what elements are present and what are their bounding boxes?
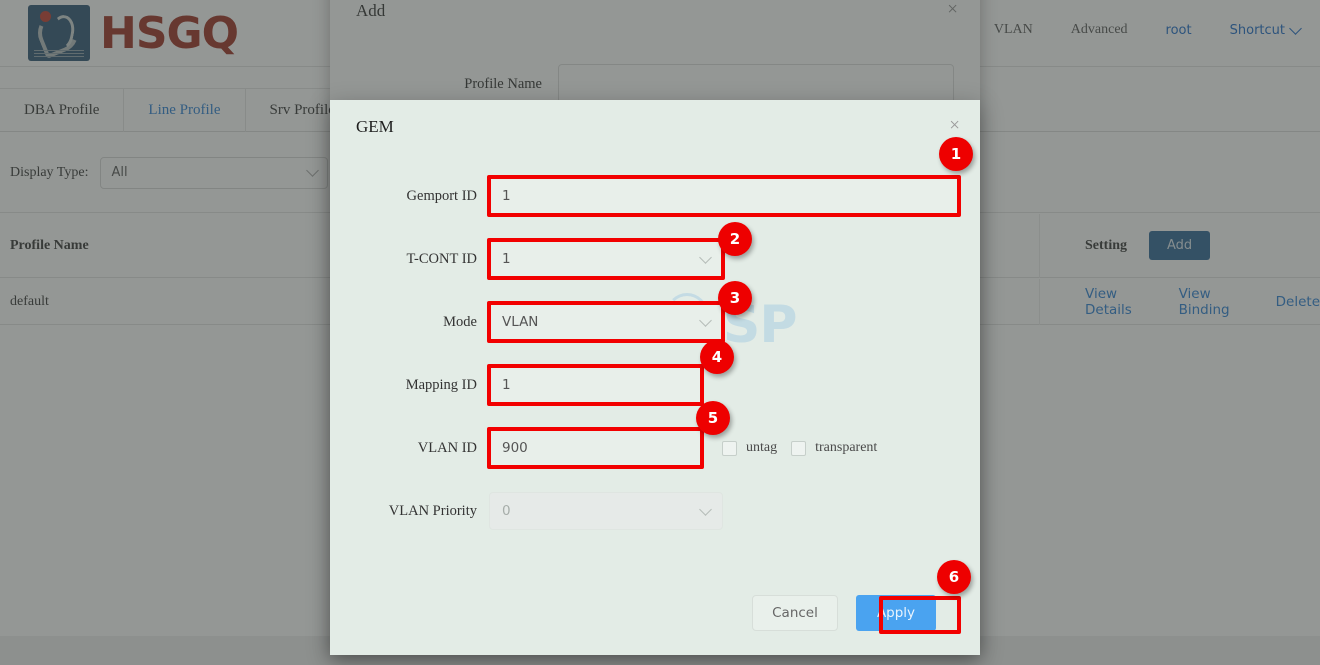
vlan-priority-select: 0 xyxy=(489,492,723,530)
field-row-vlan-priority: VLAN Priority 0 xyxy=(330,492,980,530)
cancel-button[interactable]: Cancel xyxy=(752,595,838,631)
field-row-mode: Mode VLAN xyxy=(330,303,980,341)
field-row-vlan-id: VLAN ID 900 untag transparent xyxy=(330,429,980,467)
transparent-label: transparent xyxy=(815,440,877,456)
transparent-checkbox-item[interactable]: transparent xyxy=(791,440,877,456)
screenshot-root: HSGQ VLAN Advanced root Shortcut DBA Pro… xyxy=(0,0,1320,665)
annotation-badge-4: 4 xyxy=(700,340,734,374)
annotation-badge-3: 3 xyxy=(718,281,752,315)
untag-checkbox[interactable] xyxy=(722,441,737,456)
mapping-id-value: 1 xyxy=(502,377,511,393)
tcont-id-value: 1 xyxy=(502,251,511,267)
vlan-id-value: 900 xyxy=(502,440,528,456)
vlan-priority-value: 0 xyxy=(502,503,511,519)
chevron-down-icon xyxy=(699,503,712,516)
mode-select[interactable]: VLAN xyxy=(489,303,723,341)
vlan-priority-label: VLAN Priority xyxy=(330,503,489,520)
transparent-checkbox[interactable] xyxy=(791,441,806,456)
annotation-badge-2: 2 xyxy=(718,222,752,256)
tcont-id-select[interactable]: 1 xyxy=(489,240,723,278)
tcont-id-label: T-CONT ID xyxy=(330,251,489,268)
gemport-id-input[interactable]: 1 xyxy=(489,177,959,215)
gemport-id-value: 1 xyxy=(502,188,511,204)
vlan-id-input[interactable]: 900 xyxy=(489,429,702,467)
chevron-down-icon xyxy=(699,251,712,264)
untag-label: untag xyxy=(746,440,777,456)
mode-value: VLAN xyxy=(502,314,538,330)
mapping-id-input[interactable]: 1 xyxy=(489,366,702,404)
apply-button[interactable]: Apply xyxy=(856,595,936,631)
vlan-id-label: VLAN ID xyxy=(330,440,489,457)
annotation-badge-6: 6 xyxy=(937,560,971,594)
vlan-options: untag transparent xyxy=(722,440,877,456)
field-row-tcont-id: T-CONT ID 1 xyxy=(330,240,980,278)
field-row-mapping-id: Mapping ID 1 xyxy=(330,366,980,404)
close-icon[interactable]: × xyxy=(949,116,960,135)
gem-dialog: GEM × ForoISP Gemport ID 1 T-CONT ID 1 M… xyxy=(330,100,980,655)
gemport-id-label: Gemport ID xyxy=(330,188,489,205)
mapping-id-label: Mapping ID xyxy=(330,377,489,394)
gem-dialog-footer: Cancel Apply xyxy=(330,571,980,655)
chevron-down-icon xyxy=(699,314,712,327)
field-row-gemport-id: Gemport ID 1 xyxy=(330,177,980,215)
annotation-badge-1: 1 xyxy=(939,137,973,171)
gem-dialog-title: GEM xyxy=(356,117,394,137)
annotation-badge-5: 5 xyxy=(696,401,730,435)
mode-label: Mode xyxy=(330,314,489,331)
untag-checkbox-item[interactable]: untag xyxy=(722,440,777,456)
